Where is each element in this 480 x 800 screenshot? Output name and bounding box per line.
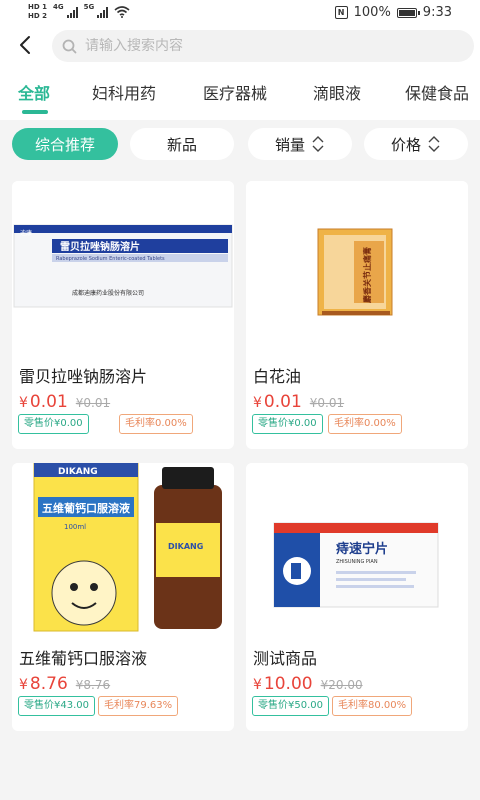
category-tabs: 全部 妇科用药 医疗器械 滴眼液 保健食品 [0, 66, 480, 120]
back-arrow-icon [20, 36, 30, 54]
product-name: 测试商品 [253, 649, 318, 668]
product-image: 迪康 雷贝拉唑钠肠溶片 Rabeprazole Sodium Enteric-c… [12, 181, 234, 351]
retail-price-tag: 零售价¥0.00 [18, 414, 89, 434]
price-row: ¥0.01 ¥0.01 [253, 392, 345, 412]
price-row: ¥0.01 ¥0.01 [19, 392, 111, 412]
margin-tag: 毛利率0.00% [328, 414, 402, 434]
nfc-icon: N [334, 6, 348, 19]
retail-price-tag: 零售价¥50.00 [252, 696, 329, 716]
price-row: ¥10.00 ¥20.00 [253, 674, 363, 694]
tab-gynecology[interactable]: 妇科用药 [92, 80, 156, 104]
product-name: 五维葡钙口服溶液 [19, 649, 148, 668]
signal-icon-2 [97, 6, 109, 18]
filter-recommended[interactable]: 综合推荐 [12, 128, 118, 160]
search-icon [62, 39, 77, 53]
filter-recommended-label: 综合推荐 [34, 135, 95, 154]
original-price: ¥20.00 [320, 678, 363, 692]
original-price: ¥0.01 [75, 396, 111, 410]
hd2-label: HD 2 [28, 12, 47, 20]
product-card[interactable]: 麝香关节止痛膏 白花油 ¥0.01 ¥0.01 零售价¥0.00 毛利率0.00… [246, 181, 468, 449]
product-image: 麝香关节止痛膏 [246, 181, 468, 351]
box-title-text: 雷贝拉唑钠肠溶片 [60, 240, 140, 253]
hd1-label: HD 1 [28, 3, 47, 11]
box-volume-text: 100ml [64, 523, 86, 531]
filter-sales[interactable]: 销量 [248, 128, 352, 160]
retail-price-tag: 零售价¥43.00 [18, 696, 95, 716]
product-card[interactable]: 迪康 雷贝拉唑钠肠溶片 Rabeprazole Sodium Enteric-c… [12, 181, 234, 449]
filter-new[interactable]: 新品 [130, 128, 234, 160]
filter-price[interactable]: 价格 [364, 128, 468, 160]
clock: 9:33 [422, 5, 452, 20]
product-card[interactable]: 痔速宁片 ZHISUNING PIAN 测试商品 ¥10.00 ¥20.00 零… [246, 463, 468, 731]
active-tab-indicator [22, 110, 48, 114]
sort-icon [312, 136, 324, 152]
box-title-text: 麝香关节止痛膏 [362, 247, 372, 303]
product-price: 8.76 [29, 674, 68, 694]
product-price: 0.01 [263, 392, 302, 412]
price-row: ¥8.76 ¥8.76 [19, 674, 111, 694]
filter-bar: 综合推荐 新品 销量 价格 [0, 128, 480, 162]
margin-tag: 毛利率80.00% [332, 696, 413, 716]
search-input[interactable] [85, 38, 385, 54]
retail-price-tag: 零售价¥0.00 [252, 414, 323, 434]
battery-percent: 100% [353, 5, 391, 20]
tab-all[interactable]: 全部 [18, 80, 50, 104]
network-type-1: 4G [52, 3, 64, 11]
product-image: DIKANG 五维葡钙口服溶液 100ml DIKANG [12, 463, 234, 633]
status-left: HD 1 HD 2 4G 5G [28, 3, 130, 21]
product-image: 痔速宁片 ZHISUNING PIAN [246, 463, 468, 633]
product-name: 白花油 [253, 367, 302, 386]
box-brand-text: DIKANG [58, 467, 98, 477]
original-price: ¥0.01 [309, 396, 345, 410]
original-price: ¥8.76 [75, 678, 111, 692]
network-type-2: 5G [83, 3, 95, 11]
margin-tag: 毛利率0.00% [119, 414, 193, 434]
box-brand-text: 迪康 [20, 229, 32, 237]
bottle-brand-text: DIKANG [168, 542, 203, 551]
box-title-text: 痔速宁片 [336, 541, 388, 557]
tab-health-food[interactable]: 保健食品 [405, 80, 469, 104]
product-price: 0.01 [29, 392, 68, 412]
box-maker-text: 成都迪康药业股份有限公司 [72, 289, 144, 297]
status-bar: HD 1 HD 2 4G 5G N 100% 9:33 [0, 0, 480, 26]
search-bar[interactable] [52, 30, 474, 62]
status-right: N 100% 9:33 [334, 5, 452, 20]
signal-icon-1 [66, 6, 78, 18]
product-card[interactable]: DIKANG 五维葡钙口服溶液 100ml DIKANG 五维葡钙口服溶液 ¥8… [12, 463, 234, 731]
sort-icon [428, 136, 440, 152]
product-name: 雷贝拉唑钠肠溶片 [19, 367, 148, 386]
filter-new-label: 新品 [166, 135, 197, 154]
battery-icon [396, 7, 420, 18]
filter-sales-label: 销量 [274, 135, 305, 154]
box-subtitle-text: ZHISUNING PIAN [336, 559, 378, 565]
search-header [0, 26, 480, 66]
product-price: 10.00 [263, 674, 313, 694]
hd-indicator: HD 1 HD 2 [28, 3, 47, 21]
box-subtitle-text: Rabeprazole Sodium Enteric-coated Tablet… [56, 256, 165, 262]
tab-eye-drops[interactable]: 滴眼液 [313, 80, 361, 104]
wifi-icon [114, 6, 130, 18]
back-button[interactable] [16, 34, 38, 56]
filter-price-label: 价格 [390, 135, 421, 154]
tab-medical-devices[interactable]: 医疗器械 [203, 80, 267, 104]
margin-tag: 毛利率79.63% [98, 696, 179, 716]
box-title-text: 五维葡钙口服溶液 [42, 501, 131, 515]
